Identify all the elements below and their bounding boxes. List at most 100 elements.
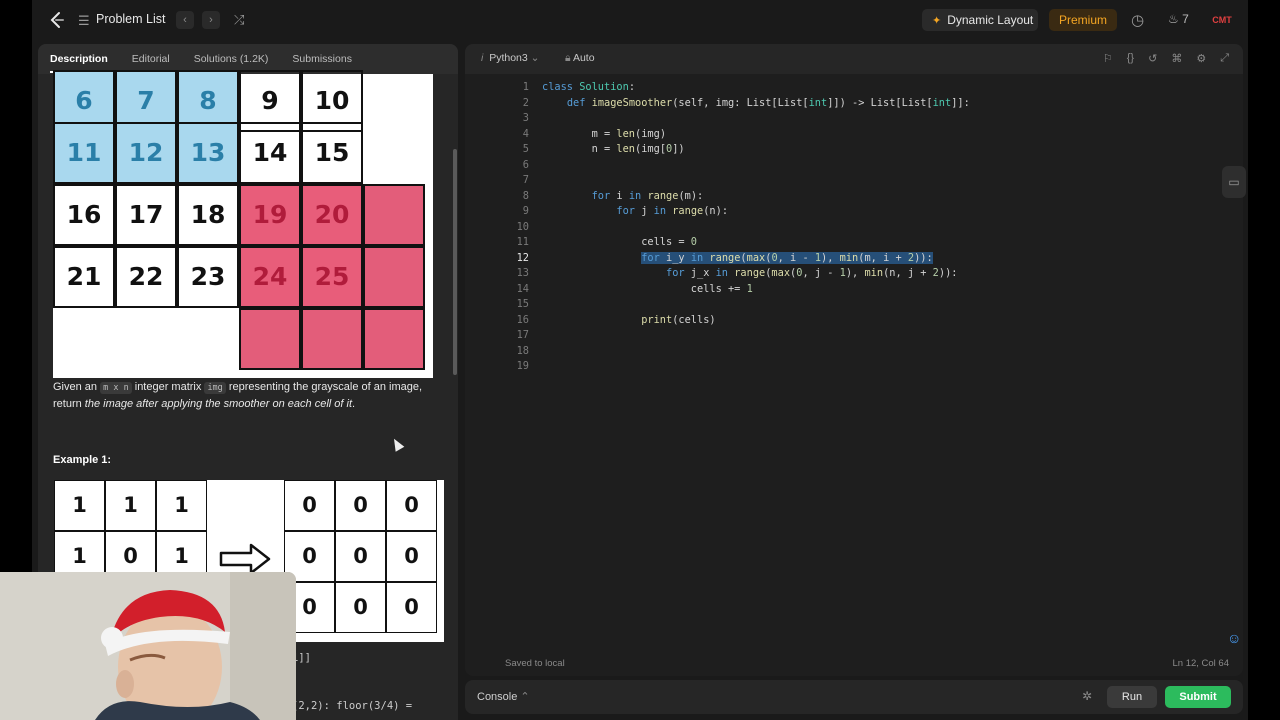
code-line: class Solution: [542,81,636,93]
line-number: 4 [522,127,529,140]
dynamic-layout-label: Dynamic Layout [947,13,1034,27]
example-cell: 1 [54,480,105,531]
grid-cell: 15 [301,122,363,184]
code-area[interactable]: 1 2 3 4 5 6 7 8 9 10 11 12 13 14 15 16 1… [465,74,1243,664]
line-number: 5 [522,143,529,155]
grid-cell [301,308,363,370]
top-bar: ☰ Problem List ‹ › ⤮ ✦ Dynamic Layout Pre… [32,0,1248,40]
avatar[interactable]: CMT [1208,11,1236,29]
grid-cell: 21 [53,246,115,308]
run-button[interactable]: Run [1107,686,1157,708]
chat-icon[interactable]: ☺ [1227,630,1241,646]
example-cell: 0 [335,480,386,531]
line-number: 19 [516,360,529,372]
streak-count: 7 [1182,12,1189,26]
description-scrollbar[interactable] [453,149,457,375]
debug-icon[interactable]: ✲ [1082,689,1092,703]
dynamic-layout-button[interactable]: ✦ Dynamic Layout [922,9,1038,31]
line-number: 13 [516,267,529,279]
line-number: 1 [522,81,529,93]
grid-cell: 14 [239,122,301,184]
example-cell: 0 [386,582,437,633]
desc-text: integer matrix [131,381,205,393]
expand-icon[interactable]: ⤢ [1220,52,1229,65]
flame-icon: ♨ [1168,12,1179,26]
code-editor-panel: i Python3 ⌄ 🔒︎ Auto ⚐ {} ↺ ⌘ ⚙ ⤢ 1 2 3 4… [465,44,1243,676]
editor-toolbar: ⚐ {} ↺ ⌘ ⚙ ⤢ [1103,52,1229,65]
tab-editorial[interactable]: Editorial [132,53,170,65]
bookmark-icon[interactable]: ⚐ [1103,52,1113,65]
grid-cell [363,308,425,370]
problem-description: Given an m x n integer matrix img repres… [53,379,443,412]
console-bar: Console ⌃ ✲ Run Submit [465,680,1243,714]
example-cell: 0 [335,582,386,633]
code-line: for i in range(m): [591,189,704,202]
grid-cell [239,308,301,370]
inline-code: m x n [100,382,132,394]
line-number: 8 [522,189,529,202]
reset-icon[interactable]: ↺ [1148,52,1157,65]
gear-icon[interactable]: ⚙ [1196,52,1206,65]
grid-cell: 23 [177,246,239,308]
next-problem-button[interactable]: › [202,11,220,29]
code-line: for i_y in range(max(0, i - 1), min(m, i… [641,251,933,264]
submit-button[interactable]: Submit [1165,686,1231,708]
grid-cell: 12 [115,122,177,184]
line-number: 12 [516,251,529,264]
language-selector[interactable]: i Python3 ⌄ [481,52,539,64]
grid-cell: 22 [115,246,177,308]
editor-header: i Python3 ⌄ 🔒︎ Auto ⚐ {} ↺ ⌘ ⚙ ⤢ [465,44,1243,74]
line-number: 15 [516,298,529,310]
webcam-overlay [0,572,296,720]
grid-cell: 16 [53,184,115,246]
console-toggle[interactable]: Console ⌃ [477,690,530,703]
line-number: 11 [516,236,529,248]
grid-cell: 18 [177,184,239,246]
premium-button[interactable]: Premium [1049,9,1117,31]
grid-cell: 19 [239,184,301,246]
problem-list-link[interactable]: Problem List [96,12,165,26]
shuffle-icon[interactable]: ⤮ [234,12,244,28]
line-number: 9 [522,205,529,217]
matrix-illustration: 6 7 8 9 10 11 12 13 14 15 16 17 18 19 20… [53,70,433,378]
tab-description[interactable]: Description [50,45,108,73]
streak-counter[interactable]: ♨ 7 [1168,12,1189,26]
inline-code: img [204,382,226,394]
code-line: cells = 0 [542,236,697,248]
leetcode-logo-icon[interactable] [48,11,66,29]
tab-submissions[interactable]: Submissions [292,53,352,65]
code-line: for j in range(n): [616,205,729,217]
command-icon[interactable]: ⌘ [1171,52,1182,65]
language-label: Python3 [489,52,528,64]
example-explanation-text: (2,2): floor(3/4) = [292,700,413,712]
grid-cell: 24 [239,246,301,308]
example-cell: 1 [105,480,156,531]
grid-cell: 25 [301,246,363,308]
prev-problem-button[interactable]: ‹ [176,11,194,29]
example-cell: 0 [386,480,437,531]
line-number: 16 [516,313,529,326]
right-arrow-icon [219,543,271,575]
timer-icon[interactable]: ◷ [1131,11,1144,29]
line-number: 17 [516,329,529,341]
grid-cell: 20 [301,184,363,246]
note-icon[interactable]: ▭ [1222,166,1246,198]
grid-cell [363,184,425,246]
auto-mode-toggle[interactable]: 🔒︎ Auto [565,52,595,65]
desc-text: representing the grayscale of an image, [225,381,423,393]
line-number: 14 [516,282,529,295]
cursor-position: Ln 12, Col 64 [1172,658,1229,669]
chevron-up-icon: ⌃ [520,691,530,703]
list-icon[interactable]: ☰ [78,13,90,29]
tab-solutions[interactable]: Solutions (1.2K) [194,53,269,65]
code-line: for j_x in range(max(0, j - 1), min(n, j… [666,267,958,279]
braces-icon[interactable]: {} [1127,52,1134,65]
grid-cell [363,246,425,308]
webcam-person-image [0,572,296,720]
lock-icon: 🔒︎ [565,52,571,64]
example-cell: 1 [156,480,207,531]
auto-label: Auto [572,52,595,64]
example-cell: 0 [284,480,335,531]
desc-text: return [53,398,85,410]
line-number: 3 [522,112,529,124]
